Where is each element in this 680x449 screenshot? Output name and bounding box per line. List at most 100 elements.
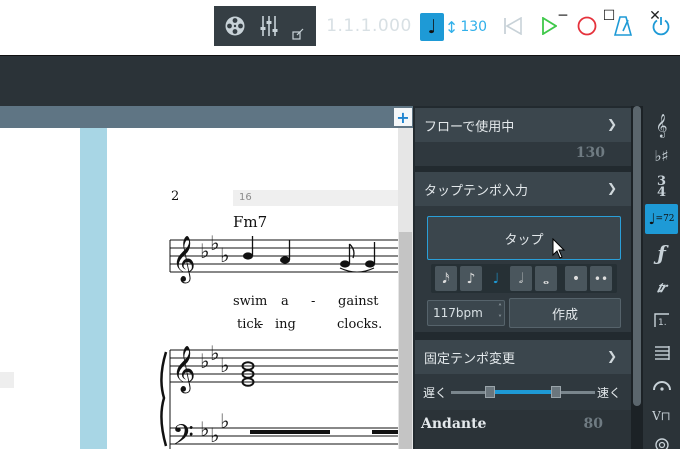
playing-technique-icon[interactable] [645, 430, 678, 449]
svg-text:𝄢: 𝄢 [172, 419, 194, 449]
tempo-arrow-icon: ↕ [444, 17, 459, 37]
tempo-value: 130 [460, 19, 488, 35]
lyric-syllable: swim [233, 294, 268, 309]
add-tab-button[interactable]: + [394, 108, 412, 127]
tap-section-title: タップテンポ入力 [424, 183, 529, 199]
film-reel-icon [225, 16, 245, 36]
time-signature-icon[interactable]: 34 [645, 172, 678, 202]
bowing-icon[interactable]: V⊓ [645, 401, 678, 431]
record-icon [577, 16, 597, 36]
svg-text:𝄞: 𝄞 [172, 236, 196, 284]
tempo-note-icon[interactable]: ♩ [420, 13, 444, 41]
lyric-syllable: clocks. [337, 317, 383, 332]
staff-notation[interactable]: 𝄞 𝄞 𝄢 ♭ ♭ ♭ ♭ ♭ ♭ ♭ ♭♭ [160, 228, 398, 449]
mixer-button[interactable] [254, 6, 284, 46]
video-button[interactable] [216, 6, 254, 46]
svg-text:♭: ♭ [200, 239, 209, 263]
create-button[interactable]: 作成 [509, 298, 621, 328]
chevron-down-icon: ❯ [606, 349, 617, 363]
list-icon[interactable] [645, 338, 678, 368]
bar-number-box: 16 [233, 190, 398, 206]
measure-number: 2 [171, 189, 180, 204]
trill-icon[interactable]: 𝆖 [645, 272, 678, 302]
bar-number: 16 [239, 192, 252, 203]
lyric-syllable: gainst [338, 294, 379, 309]
tap-label: タップ [504, 232, 544, 248]
quarter-note-button[interactable]: ♩ [485, 266, 507, 291]
svg-text:1.: 1. [658, 318, 667, 328]
lyric-syllable: a [281, 294, 289, 309]
lyric-hyphen: - [311, 294, 316, 309]
tempo-slider-row: 遅く 速く [415, 374, 631, 410]
play-button[interactable] [532, 6, 566, 46]
page-shadow [0, 372, 14, 388]
svg-text:♭: ♭ [220, 243, 229, 267]
fixed-section-header[interactable]: 固定テンポ変更 ❯ [415, 340, 631, 374]
tap-section-header[interactable]: タップテンポ入力 ❯ [415, 172, 631, 206]
page-gap [80, 128, 107, 449]
slider-range [493, 390, 555, 394]
lyric-syllable: tick [237, 317, 262, 332]
lyric-hyphen: - [259, 317, 264, 332]
power-icon [652, 17, 670, 36]
repeat-ending-icon[interactable]: 1. [645, 305, 678, 335]
panel-scrollbar-thumb[interactable] [633, 106, 641, 406]
fermata-icon[interactable] [645, 370, 678, 400]
clef-icon[interactable]: 𝄞 [645, 110, 678, 140]
tempo-list-item[interactable]: Andante 80 [415, 410, 631, 449]
position-readout: 1.1.1.000 [326, 16, 412, 36]
slider-handle-left[interactable] [485, 386, 495, 398]
record-button[interactable] [570, 6, 604, 46]
bpm-input[interactable]: 117bpm ˄ ˅ [427, 300, 505, 326]
tempo-name: Andante [421, 416, 487, 432]
tempo-tool-icon[interactable]: ♩ =72 [645, 204, 678, 234]
power-button[interactable] [644, 6, 678, 46]
rewind-button[interactable] [496, 6, 530, 46]
slow-label: 遅く [423, 386, 448, 400]
tempo-item-value: 80 [583, 416, 603, 432]
eighth-note-button[interactable]: ♪ [460, 266, 482, 291]
sixteenth-note-button[interactable]: 𝅘𝅥𝅯 [435, 266, 457, 291]
svg-text:♭: ♭ [210, 423, 219, 447]
svg-text:♭: ♭ [220, 409, 229, 433]
mini-window-button[interactable] [286, 22, 310, 46]
play-icon [542, 17, 557, 35]
bpm-value: 117bpm [433, 306, 483, 320]
double-dot-button[interactable]: •• [590, 266, 612, 291]
mixer-icon [260, 16, 278, 36]
create-label: 作成 [551, 307, 578, 323]
dynamics-icon[interactable]: ƒ [645, 238, 678, 268]
dot-button[interactable]: • [565, 266, 587, 291]
metronome-button[interactable] [606, 6, 640, 46]
tempo-badge: =72 [655, 214, 675, 224]
slider-handle-right[interactable] [551, 386, 561, 398]
flow-section-header[interactable]: フローで使用中 ❯ [415, 108, 631, 142]
stepper-icon[interactable]: ˄ ˅ [498, 302, 502, 324]
tap-button[interactable]: タップ [427, 216, 621, 260]
fast-label: 速く [596, 386, 621, 400]
score-tab-bar [0, 106, 413, 128]
chevron-down-icon: ❯ [606, 181, 617, 195]
svg-text:𝄞: 𝄞 [172, 346, 196, 394]
flow-section-title: フローで使用中 [424, 119, 515, 135]
whole-note-button[interactable]: 𝅝 [535, 266, 557, 291]
svg-text:♭: ♭ [200, 349, 209, 373]
flow-section-body: 130 [415, 142, 631, 166]
flow-tempo-value: 130 [575, 145, 605, 161]
transport-toolbar [0, 55, 680, 106]
rewind-icon [504, 17, 522, 35]
previous-page [0, 128, 80, 449]
half-note-button[interactable]: 𝅗𝅥 [510, 266, 532, 291]
fixed-section-title: 固定テンポ変更 [424, 351, 516, 367]
score-scrollbar-thumb[interactable] [399, 232, 412, 449]
tempo-readout[interactable]: ↕ 130 [444, 13, 488, 41]
metronome-icon [614, 16, 632, 36]
svg-text:♭: ♭ [210, 341, 219, 365]
key-signature-icon[interactable]: ♭♯ [645, 141, 678, 171]
svg-text:♭: ♭ [200, 417, 209, 441]
chevron-down-icon: ❯ [606, 117, 617, 131]
window-icon [292, 28, 304, 40]
svg-text:♭: ♭ [220, 353, 229, 377]
svg-text:♭: ♭ [210, 231, 219, 255]
lyric-syllable: ing [275, 317, 296, 332]
